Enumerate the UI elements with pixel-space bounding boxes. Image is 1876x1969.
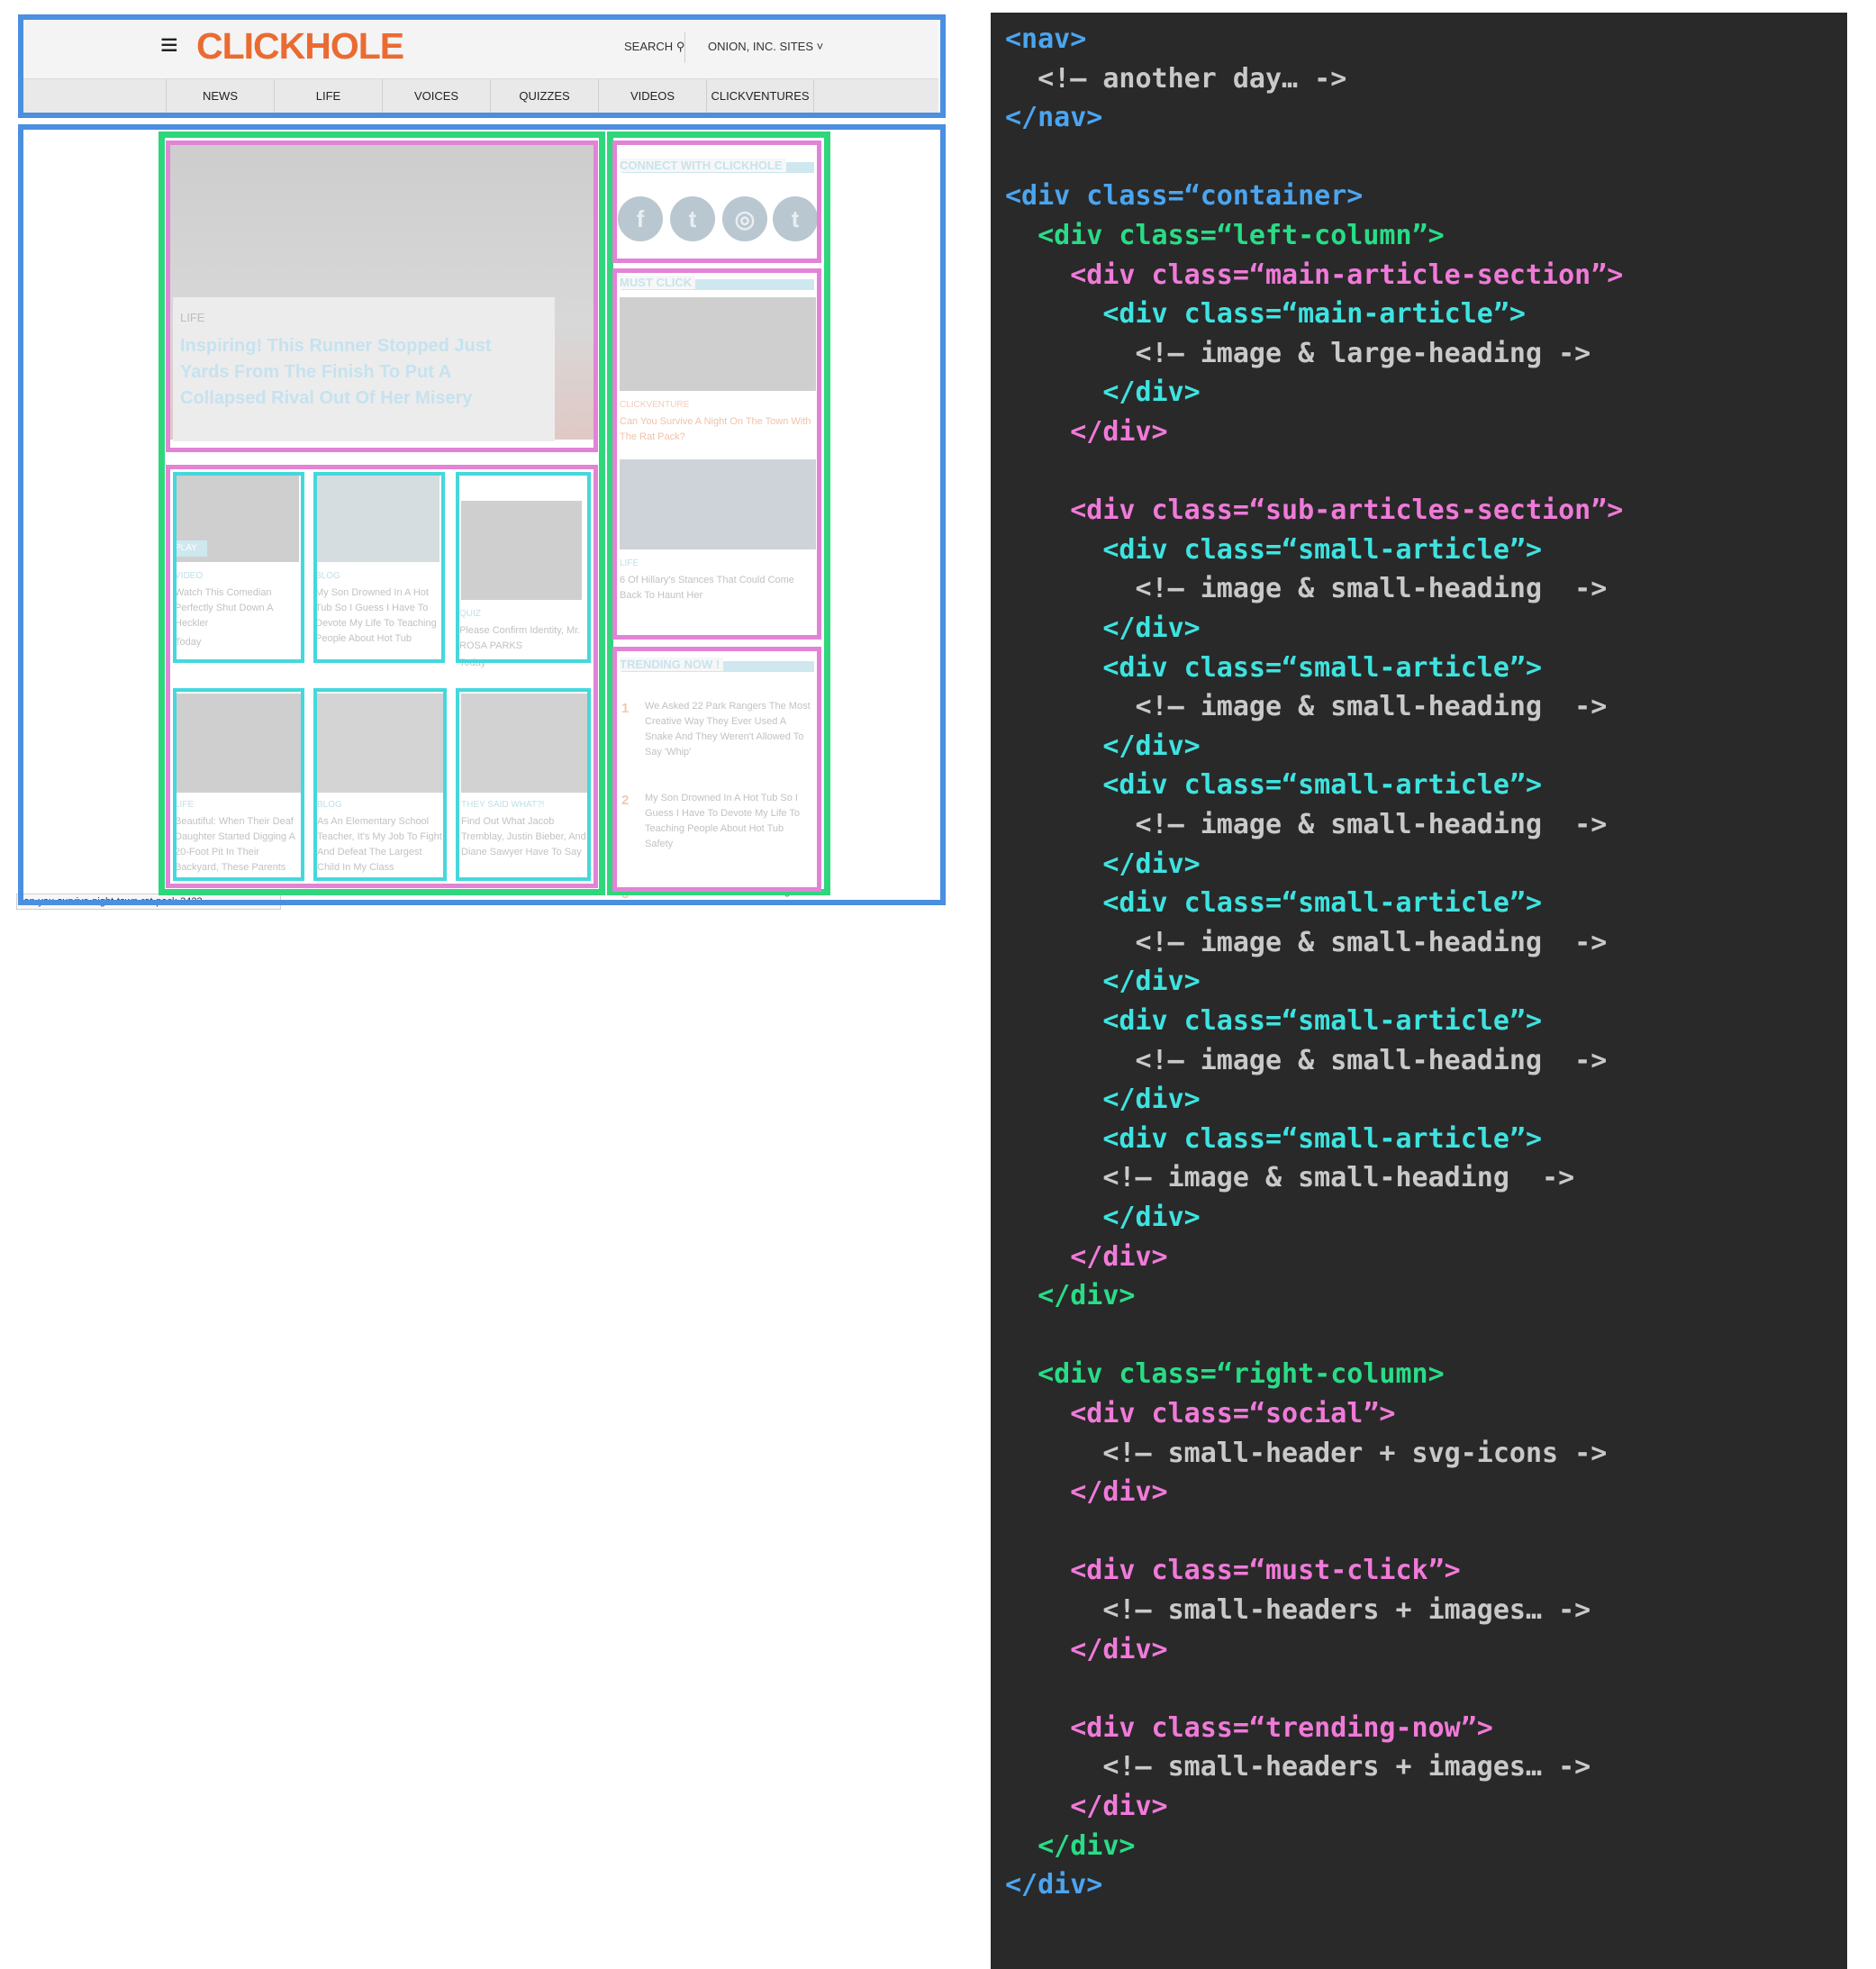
code-line: </div> bbox=[1005, 1791, 1168, 1822]
code-line: <div class=“social”> bbox=[1005, 1398, 1396, 1429]
trending-now-outline bbox=[612, 647, 821, 892]
small-article-outline bbox=[173, 472, 304, 663]
social-outline bbox=[612, 141, 821, 263]
code-line: </div> bbox=[1005, 1202, 1201, 1233]
code-line: <div class=“small-article”> bbox=[1005, 1122, 1543, 1155]
small-article-outline bbox=[313, 472, 445, 663]
code-line: </div> bbox=[1005, 1869, 1103, 1901]
code-line: <div class=“small-article”> bbox=[1005, 1005, 1543, 1037]
small-article-outline bbox=[456, 688, 591, 881]
code-line: <div class=“small-article”> bbox=[1005, 887, 1543, 920]
code-line: </div> bbox=[1005, 1240, 1168, 1273]
code-line: <div class=“must-click”> bbox=[1005, 1555, 1461, 1587]
code-line: <!— image & small-heading -> bbox=[1005, 1162, 1575, 1194]
code-line: <div class=“small-article”> bbox=[1005, 533, 1543, 566]
nav-outline bbox=[18, 14, 946, 118]
code-line: <!— image & small-heading -> bbox=[1005, 926, 1608, 958]
code-line: </div> bbox=[1005, 612, 1201, 644]
code-line: </div> bbox=[1005, 966, 1201, 998]
code-line: <!— small-headers + images… -> bbox=[1005, 1751, 1591, 1783]
code-line: <nav> bbox=[1005, 23, 1087, 55]
code-line: <div class=“trending-now”> bbox=[1005, 1711, 1493, 1744]
code-line: <!— small-headers + images… -> bbox=[1005, 1594, 1591, 1626]
small-article-outline bbox=[456, 472, 591, 663]
code-line: </div> bbox=[1005, 1280, 1136, 1312]
code-line: </div> bbox=[1005, 730, 1201, 762]
must-click-outline bbox=[612, 268, 821, 640]
code-line: </div> bbox=[1005, 1084, 1201, 1116]
code-line: <!— image & small-heading -> bbox=[1005, 691, 1608, 723]
code-line: </nav> bbox=[1005, 102, 1103, 134]
code-line: <!— small-header + svg-icons -> bbox=[1005, 1437, 1608, 1469]
code-line: <div class=“small-article”> bbox=[1005, 651, 1543, 684]
code-line: <div class=“left-column”> bbox=[1005, 220, 1445, 251]
code-line: </div> bbox=[1005, 1633, 1168, 1665]
code-line: <div class=“main-article”> bbox=[1005, 298, 1526, 331]
small-article-outline bbox=[173, 688, 304, 881]
small-article-outline bbox=[313, 688, 447, 881]
annotated-screenshot: ≡ CLICKHOLE SEARCH ⚲ ONION, INC. SITES ˅… bbox=[0, 0, 955, 910]
code-line: </div> bbox=[1005, 1476, 1168, 1509]
code-line: <!— image & small-heading -> bbox=[1005, 809, 1608, 840]
code-line: </div> bbox=[1005, 848, 1201, 880]
code-line: <!— image & large-heading -> bbox=[1005, 337, 1591, 369]
code-line: <div class=“main-article-section”> bbox=[1005, 259, 1624, 291]
code-line: <div class=“container> bbox=[1005, 180, 1364, 213]
code-line: </div> bbox=[1005, 377, 1201, 409]
code-line: <div class=“small-article”> bbox=[1005, 769, 1543, 802]
code-line: <!— image & small-heading -> bbox=[1005, 1044, 1608, 1076]
main-article-section-outline bbox=[166, 141, 598, 452]
code-line: <div class=“right-column> bbox=[1005, 1358, 1445, 1391]
code-line: </div> bbox=[1005, 1829, 1136, 1862]
code-line: <!— another day… -> bbox=[1005, 62, 1347, 95]
code-line: </div> bbox=[1005, 416, 1168, 448]
code-line: <div class=“sub-articles-section”> bbox=[1005, 495, 1624, 527]
code-line: <!— image & small-heading -> bbox=[1005, 573, 1608, 605]
